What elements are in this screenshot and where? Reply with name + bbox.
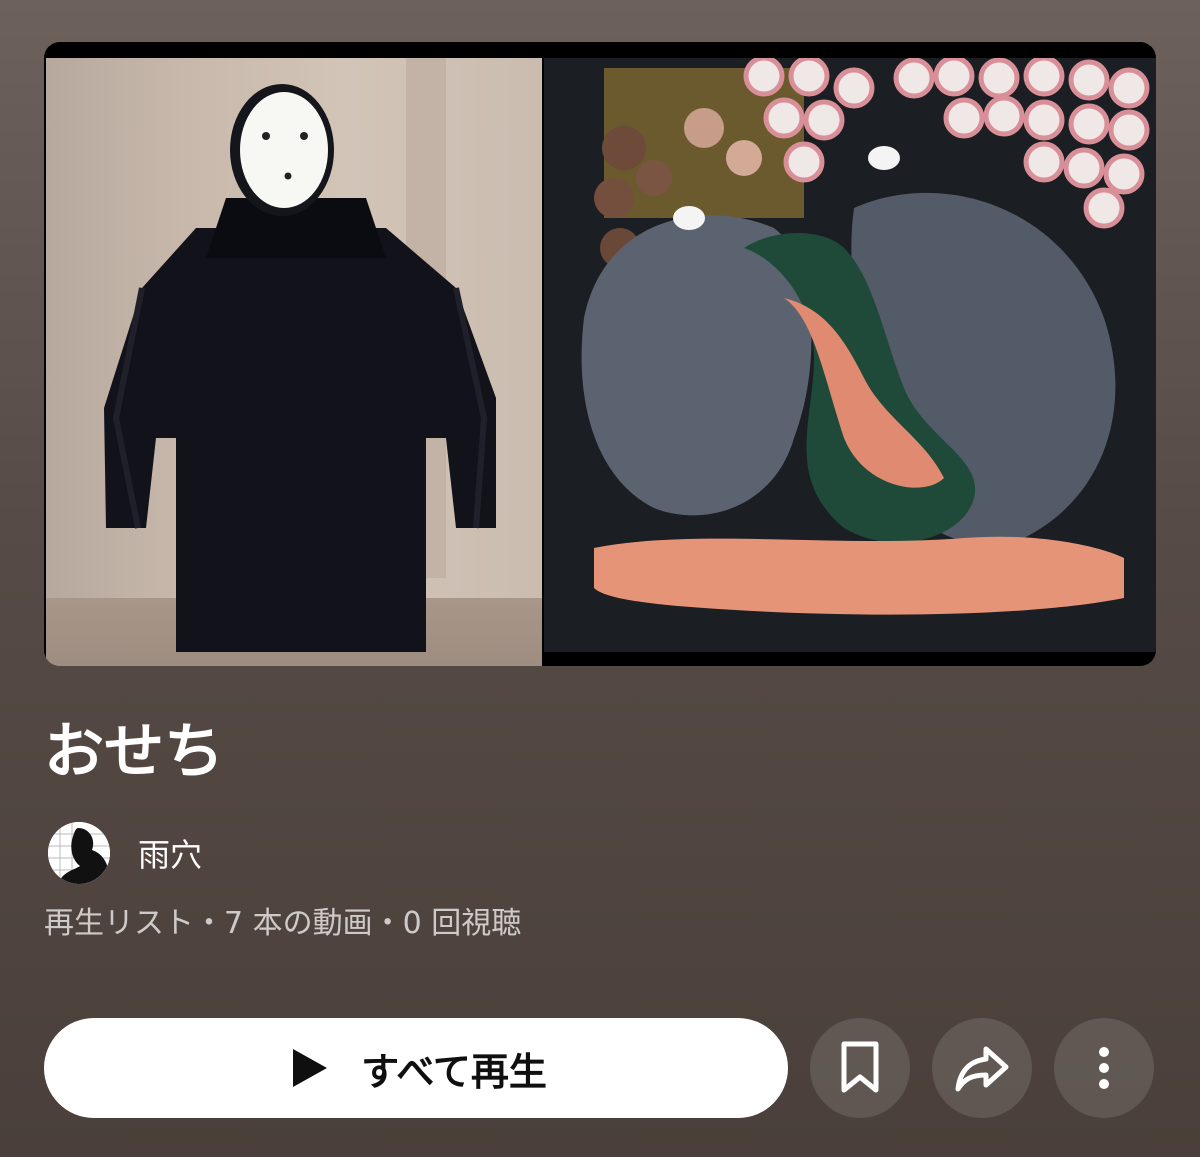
more-options-button[interactable] — [1054, 1018, 1154, 1118]
bookmark-icon — [841, 1041, 879, 1093]
share-icon — [955, 1046, 1009, 1092]
channel-link[interactable]: 雨穴 — [48, 822, 202, 884]
more-vertical-icon — [1099, 1047, 1109, 1089]
playlist-title: おせち — [44, 717, 224, 787]
channel-avatar[interactable] — [48, 822, 110, 884]
play-all-label: すべて再生 — [361, 1049, 547, 1094]
channel-name[interactable]: 雨穴 — [138, 830, 202, 876]
save-button[interactable] — [810, 1018, 910, 1118]
playlist-meta: 再生リスト・7 本の動画・0 回視聴 — [44, 906, 522, 941]
play-icon — [293, 1049, 328, 1087]
play-all-button[interactable]: すべて再生 — [44, 1018, 788, 1118]
thumbnail-masked-person-image — [46, 58, 542, 666]
playlist-thumbnail[interactable] — [44, 42, 1156, 666]
share-button[interactable] — [932, 1018, 1032, 1118]
thumbnail-osechi-image — [544, 58, 1156, 652]
